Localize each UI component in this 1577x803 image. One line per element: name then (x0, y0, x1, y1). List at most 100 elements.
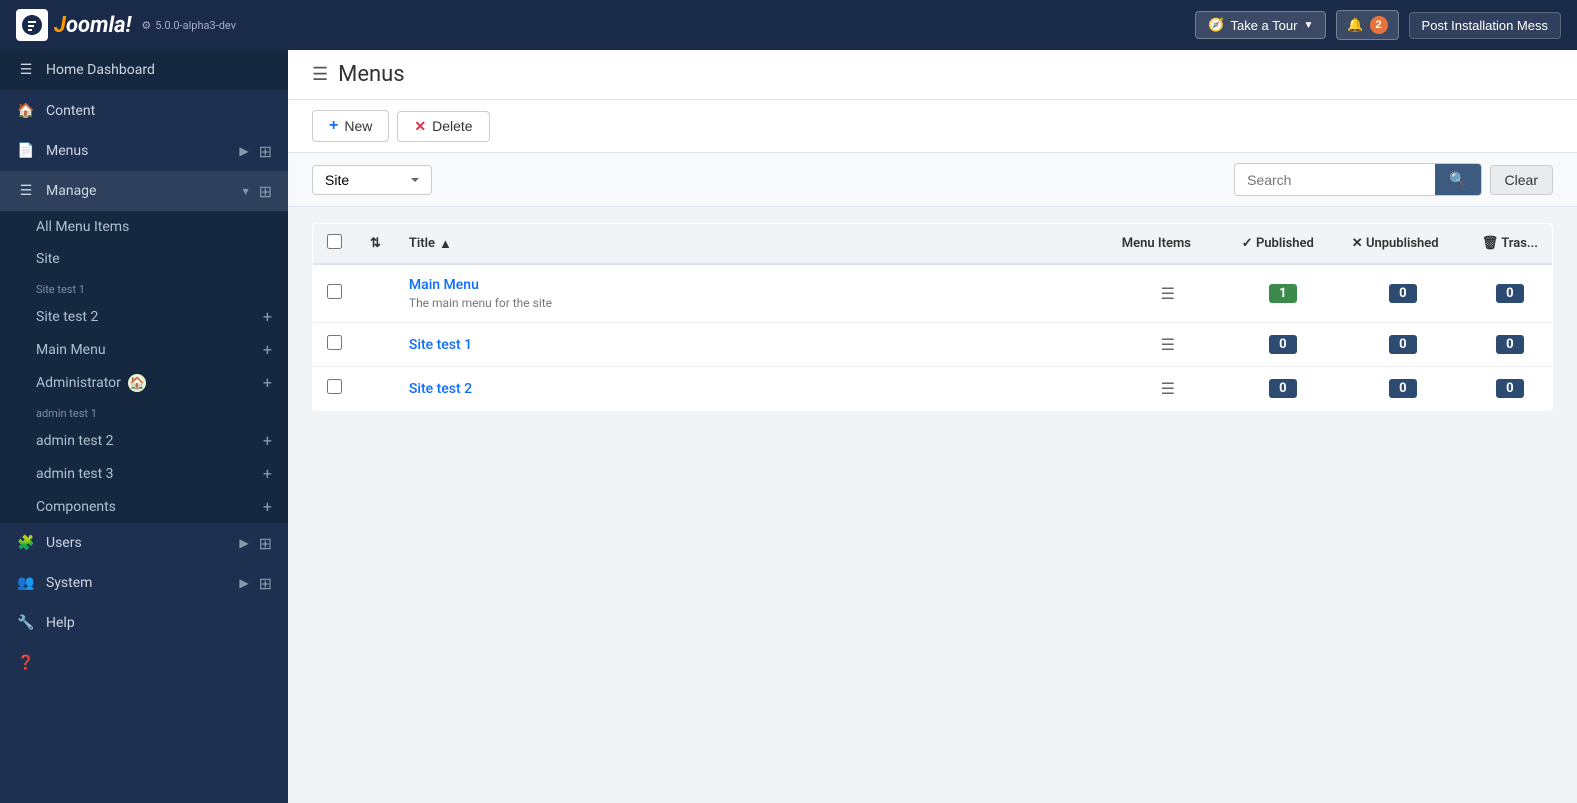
select-all-checkbox[interactable] (327, 234, 342, 249)
th-title[interactable]: Title ▲ (395, 224, 1108, 265)
clear-button[interactable]: Clear (1490, 165, 1553, 195)
unpublished-badge-main-menu[interactable]: 0 (1389, 284, 1417, 303)
sidebar-item-components[interactable]: 🧩 Users ▶ ⊞ (0, 523, 288, 563)
notifications-button[interactable]: 🔔 2 (1336, 10, 1398, 40)
sidebar-item-all-menu-items[interactable]: Site (0, 243, 288, 275)
filter-left: Site (312, 165, 432, 195)
menu-link-site-test-1[interactable]: Site test 1 (409, 337, 472, 353)
sidebar-toggle-menu[interactable]: ☰ Home Dashboard (0, 50, 288, 91)
row-sort-cell (356, 264, 395, 323)
site-test-1-add-icon[interactable]: + (263, 307, 272, 326)
sidebar: ☰ Home Dashboard 🏠 Content 📄 Menus ▶ ⊞ ☰… (0, 50, 288, 803)
new-button[interactable]: + New (312, 110, 389, 142)
sidebar-item-menus[interactable]: ☰ Manage ▾ ⊞ (0, 171, 288, 211)
menu-items-list-icon-site-test-2[interactable]: ☰ (1161, 379, 1175, 398)
users-grid-icon[interactable]: ⊞ (259, 574, 272, 593)
delete-x-icon: ✕ (414, 118, 426, 135)
sidebar-item-manage[interactable]: All Menu Items (0, 211, 288, 243)
page-title: Menus (338, 62, 405, 87)
unpublished-badge-site-test-2[interactable]: 0 (1389, 379, 1417, 398)
new-plus-icon: + (329, 117, 338, 135)
th-unpublished[interactable]: ✕ Unpublished (1338, 224, 1468, 265)
main-menu-add-icon[interactable]: + (263, 373, 272, 392)
help-icon: ❓ (16, 653, 36, 673)
trash-badge-main-menu[interactable]: 0 (1496, 284, 1524, 303)
th-trash[interactable]: 🗑 Tras... (1468, 224, 1553, 265)
take-a-tour-button[interactable]: 🧭 Take a Tour ▼ (1195, 11, 1326, 39)
row-published-cell: 1 (1228, 264, 1338, 323)
hamburger-icon: ☰ (16, 60, 36, 80)
search-button[interactable]: 🔍 (1435, 164, 1480, 195)
sidebar-item-content[interactable]: 📄 Menus ▶ ⊞ (0, 131, 288, 171)
page-header: ☰ Menus (288, 50, 1577, 100)
table-row: Site test 2 ☰ 0 0 0 (313, 367, 1553, 411)
trash-badge-site-test-1[interactable]: 0 (1496, 335, 1524, 354)
components-grid-icon[interactable]: ⊞ (259, 534, 272, 553)
sidebar-item-admin-test-1[interactable]: admin test 2 + (0, 424, 288, 457)
sidebar-item-users[interactable]: 👥 System ▶ ⊞ (0, 563, 288, 603)
sidebar-item-admin-test-2[interactable]: admin test 3 + (0, 457, 288, 490)
filter-bar: Site 🔍 Clear (288, 153, 1577, 207)
row-unpublished-cell: 0 (1338, 367, 1468, 411)
menus-grid-icon[interactable]: ⊞ (259, 182, 272, 201)
bell-icon: 🔔 (1347, 17, 1363, 33)
row-trash-cell: 0 (1468, 367, 1553, 411)
published-check-icon: ✓ (1242, 236, 1253, 251)
post-install-button[interactable]: Post Installation Mess (1409, 12, 1561, 39)
published-badge-site-test-2[interactable]: 0 (1269, 379, 1297, 398)
table-container: ⇅ Title ▲ Menu Items ✓ (288, 207, 1577, 803)
search-input[interactable] (1235, 166, 1435, 194)
admin-test-3-add-icon[interactable]: + (263, 497, 272, 516)
row-unpublished-cell: 0 (1338, 323, 1468, 367)
content-grid-icon[interactable]: ⊞ (259, 142, 272, 161)
row-checkbox-site-test-2[interactable] (327, 379, 342, 394)
sidebar-item-admin-test-3[interactable]: Components + (0, 490, 288, 523)
table-body: Main Menu The main menu for the site ☰ 1… (313, 264, 1553, 411)
sidebar-item-system[interactable]: 🔧 Help (0, 603, 288, 643)
components-icon: 🧩 (16, 533, 36, 553)
main-menu-home-icon: 🏠 (128, 374, 146, 392)
published-badge-main-menu[interactable]: 1 (1269, 284, 1297, 303)
unpublished-badge-site-test-1[interactable]: 0 (1389, 335, 1417, 354)
sidebar-item-home-dashboard[interactable]: 🏠 Content (0, 91, 288, 131)
menu-link-main-menu[interactable]: Main Menu (409, 277, 479, 293)
site-filter-select[interactable]: Site (312, 165, 432, 195)
row-trash-cell: 0 (1468, 323, 1553, 367)
row-checkbox-site-test-1[interactable] (327, 335, 342, 350)
row-checkbox-cell (313, 264, 357, 323)
site-test-2-add-icon[interactable]: + (263, 340, 272, 359)
row-checkbox-main-menu[interactable] (327, 284, 342, 299)
admin-test-2-add-icon[interactable]: + (263, 464, 272, 483)
menu-items-list-icon-site-test-1[interactable]: ☰ (1161, 335, 1175, 354)
row-menu-items-cell: ☰ (1108, 367, 1228, 411)
sidebar-item-main-menu[interactable]: Administrator 🏠 + (0, 366, 288, 399)
admin-test-1-add-icon[interactable]: + (263, 431, 272, 450)
trash-badge-site-test-2[interactable]: 0 (1496, 379, 1524, 398)
menus-submenu: All Menu Items Site Site test 1 Site tes… (0, 211, 288, 523)
th-menu-items[interactable]: Menu Items (1108, 224, 1228, 265)
sidebar-item-site-test-1[interactable]: Site test 2 + (0, 300, 288, 333)
th-published[interactable]: ✓ Published (1228, 224, 1338, 265)
row-sort-cell (356, 323, 395, 367)
layout: ☰ Home Dashboard 🏠 Content 📄 Menus ▶ ⊞ ☰… (0, 50, 1577, 803)
delete-button[interactable]: ✕ Delete (397, 111, 489, 142)
users-icon: 👥 (16, 573, 36, 593)
system-icon: 🔧 (16, 613, 36, 633)
sidebar-section-administrator: admin test 1 (0, 399, 288, 424)
row-sort-cell (356, 367, 395, 411)
published-badge-site-test-1[interactable]: 0 (1269, 335, 1297, 354)
menu-link-site-test-2[interactable]: Site test 2 (409, 381, 472, 397)
file-icon: 📄 (16, 141, 36, 161)
topbar-right: 🧭 Take a Tour ▼ 🔔 2 Post Installation Me… (1195, 10, 1561, 40)
content-chevron-icon: ▶ (239, 144, 248, 158)
table-header-row: ⇅ Title ▲ Menu Items ✓ (313, 224, 1553, 265)
th-sort[interactable]: ⇅ (356, 224, 395, 265)
table-row: Main Menu The main menu for the site ☰ 1… (313, 264, 1553, 323)
search-wrap: 🔍 (1234, 163, 1481, 196)
sidebar-item-site-test-2[interactable]: Main Menu + (0, 333, 288, 366)
home-icon: 🏠 (16, 101, 36, 121)
menu-items-list-icon-main-menu[interactable]: ☰ (1161, 284, 1175, 303)
sidebar-item-help[interactable]: ❓ (0, 643, 288, 683)
logo-text: Joomla! (54, 13, 131, 38)
row-checkbox-cell (313, 323, 357, 367)
